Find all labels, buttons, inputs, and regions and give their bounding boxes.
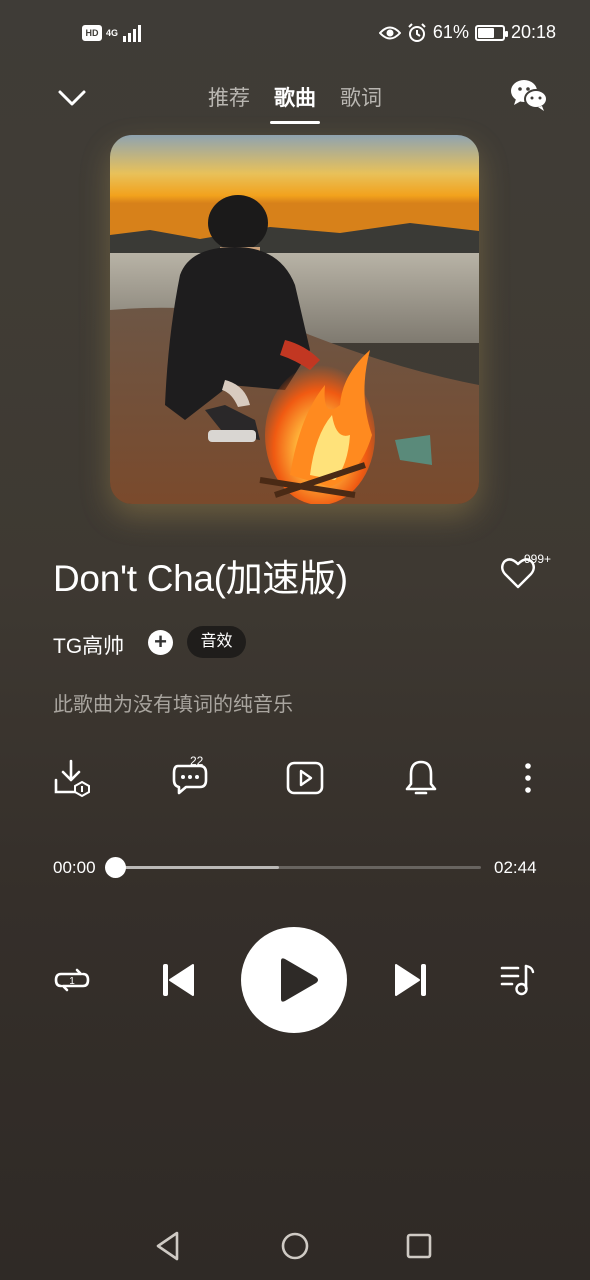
- bell-icon[interactable]: [401, 758, 441, 798]
- duration: 02:44: [494, 858, 537, 877]
- video-icon[interactable]: [285, 758, 325, 798]
- song-title: Don't Cha(加速版): [53, 558, 348, 599]
- artist-name[interactable]: TG高帅: [53, 630, 124, 660]
- current-time: 00:00: [53, 858, 96, 877]
- more-icon[interactable]: [508, 758, 548, 798]
- follow-plus-icon[interactable]: +: [148, 630, 173, 655]
- eye-icon: [378, 26, 401, 39]
- tab-recommend[interactable]: 推荐: [208, 82, 250, 124]
- play-button[interactable]: [241, 927, 347, 1033]
- buffer-bar: [113, 866, 279, 869]
- network-status: HD 4G: [82, 24, 144, 42]
- wechat-share-icon[interactable]: [510, 78, 548, 112]
- like-count: 999+: [524, 552, 552, 566]
- hd-badge: HD: [82, 25, 102, 41]
- album-cover: [110, 135, 479, 504]
- header-tabs: 推荐 歌曲 歌词: [0, 82, 590, 124]
- battery-icon: [474, 24, 508, 41]
- recents-icon[interactable]: [401, 1228, 437, 1264]
- download-icon[interactable]: [53, 758, 93, 798]
- tab-lyrics[interactable]: 歌词: [340, 82, 382, 124]
- repeat-badge: 1: [69, 976, 75, 987]
- playlist-icon[interactable]: [500, 962, 536, 998]
- battery-percent: 61%: [432, 22, 469, 42]
- previous-icon[interactable]: [160, 962, 196, 998]
- home-icon[interactable]: [277, 1228, 313, 1264]
- progress-track[interactable]: [113, 866, 481, 869]
- back-icon[interactable]: [151, 1228, 187, 1264]
- album-cover-image: [110, 135, 479, 504]
- network-type: 4G: [106, 27, 119, 38]
- status-bar: HD 4G 61% 20:18: [0, 20, 590, 50]
- battery-fill: [477, 27, 494, 38]
- song-description: 此歌曲为没有填词的纯音乐: [53, 694, 293, 716]
- alarm-icon: [408, 22, 426, 42]
- status-right: 61% 20:18: [378, 22, 556, 43]
- progress-thumb[interactable]: [105, 857, 126, 878]
- clock: 20:18: [510, 22, 556, 42]
- comment-count: 22: [190, 754, 204, 768]
- sound-effect-button[interactable]: 音效: [187, 626, 246, 658]
- repeat-one-icon[interactable]: 1: [53, 962, 91, 998]
- play-icon: [281, 958, 318, 1002]
- next-icon[interactable]: [393, 962, 429, 998]
- tab-song[interactable]: 歌曲: [270, 82, 320, 124]
- signal-icon: [123, 25, 142, 42]
